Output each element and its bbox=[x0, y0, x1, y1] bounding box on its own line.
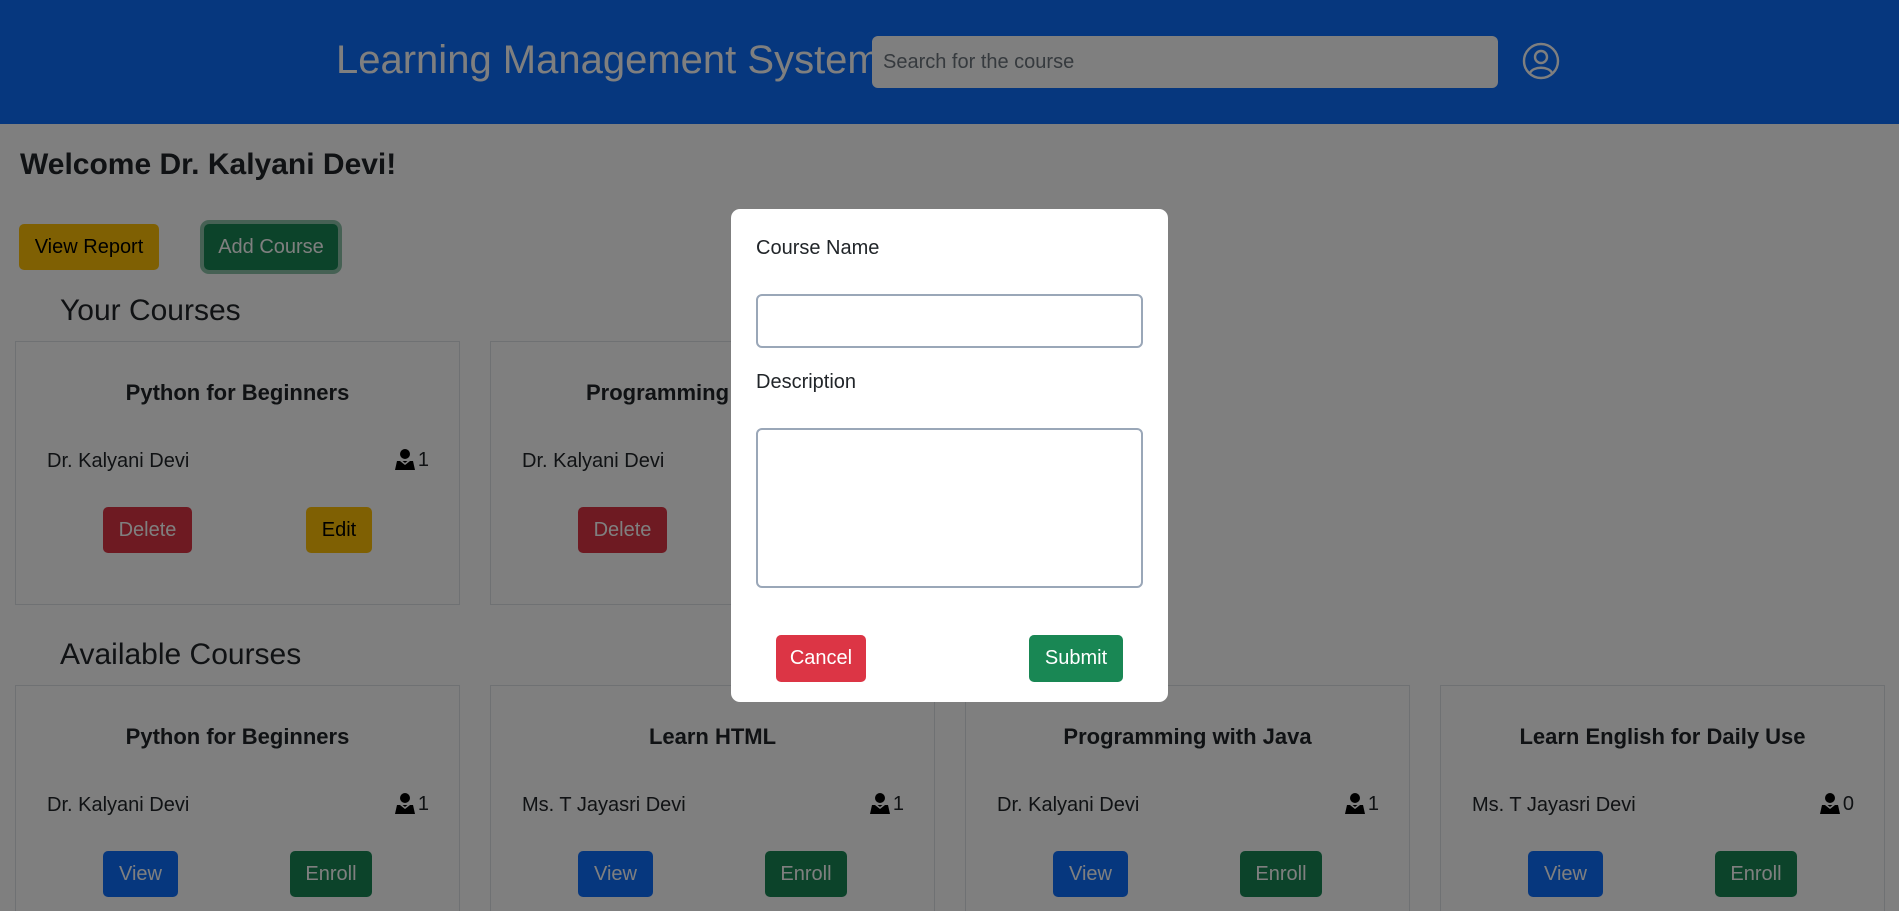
course-name-label: Course Name bbox=[756, 237, 880, 259]
submit-button[interactable]: Submit bbox=[1029, 635, 1123, 682]
cancel-button[interactable]: Cancel bbox=[776, 635, 866, 682]
description-label: Description bbox=[756, 371, 857, 393]
add-course-modal: Course Name Description Cancel Submit bbox=[731, 209, 1168, 702]
course-name-input[interactable] bbox=[756, 294, 1143, 348]
description-input[interactable] bbox=[756, 428, 1143, 588]
